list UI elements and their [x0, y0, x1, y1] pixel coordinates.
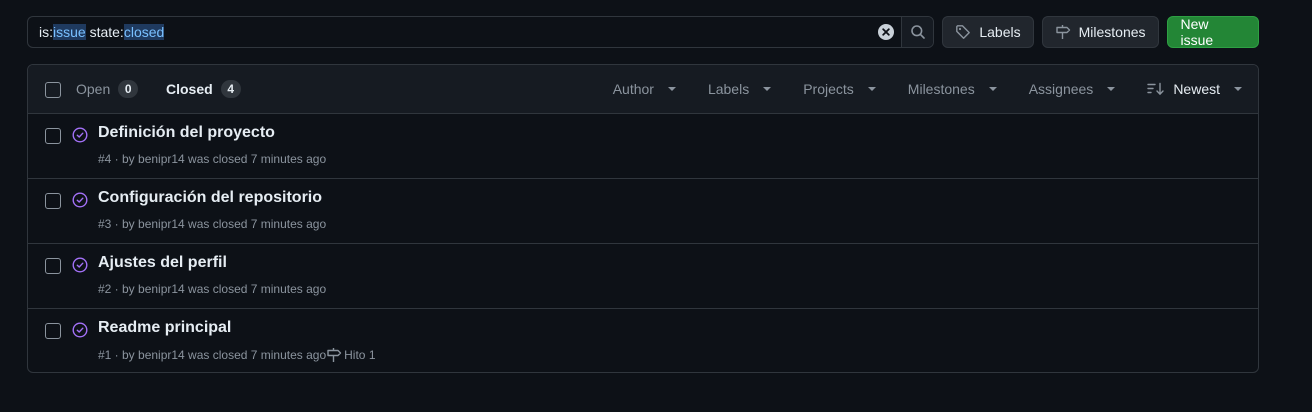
search-input[interactable]: is:issue state:closed — [27, 16, 935, 48]
issue-meta-text: #4 · by benipr14 was closed 7 minutes ag… — [98, 152, 327, 166]
open-issues-label: Open — [76, 81, 111, 97]
milestone-icon — [327, 348, 342, 362]
sort-desc-icon — [1147, 82, 1165, 95]
issue-meta: #2 · by benipr14 was closed 7 minutes ag… — [98, 282, 326, 296]
new-issue-button[interactable]: New issue — [1166, 16, 1259, 48]
chevron-down-icon — [988, 87, 997, 91]
issue-closed-icon — [72, 192, 88, 208]
chevron-down-icon — [763, 87, 772, 91]
milestone-icon — [1055, 25, 1070, 39]
select-all-checkbox[interactable] — [45, 82, 61, 98]
sort-dropdown-label: Newest — [1173, 81, 1220, 97]
issue-meta-text: #3 · by benipr14 was closed 7 minutes ag… — [98, 217, 327, 231]
issue-checkbox[interactable] — [45, 323, 61, 339]
issue-row[interactable]: Configuración del repositorio #3 · by be… — [28, 179, 1258, 244]
search-icon — [911, 25, 925, 39]
issue-title-link[interactable]: Ajustes del perfil — [98, 254, 227, 272]
issue-checkbox[interactable] — [45, 258, 61, 274]
issue-meta-text: #2 · by benipr14 was closed 7 minutes ag… — [98, 282, 327, 296]
open-issues-count: 0 — [118, 80, 139, 98]
projects-filter[interactable]: Projects — [787, 81, 892, 97]
issue-title-link[interactable]: Readme principal — [98, 319, 231, 337]
issue-title-link[interactable]: Definición del proyecto — [98, 124, 275, 142]
issue-closed-icon — [72, 322, 88, 338]
chevron-down-icon — [1234, 87, 1242, 91]
milestone-link[interactable] — [326, 347, 342, 363]
chevron-down-icon — [867, 87, 876, 91]
labels-filter[interactable]: Labels — [692, 81, 787, 97]
search-button[interactable] — [901, 17, 934, 47]
issue-row[interactable]: Definición del proyecto #4 · by benipr14… — [28, 114, 1258, 179]
new-issue-button-label: New issue — [1180, 16, 1214, 48]
issue-closed-icon — [72, 127, 88, 143]
milestones-button[interactable]: Milestones — [1041, 16, 1159, 48]
issue-row[interactable]: Readme principal #1 · by benipr14 was cl… — [28, 309, 1258, 372]
milestones-filter[interactable]: Milestones — [892, 81, 1013, 97]
closed-issues-count: 4 — [220, 80, 241, 98]
search-qualifier-value: closed — [123, 24, 165, 40]
issue-meta: #3 · by benipr14 was closed 7 minutes ag… — [98, 217, 326, 231]
search-qualifier-key: is: — [39, 24, 53, 40]
labels-button-label: Labels — [979, 24, 1021, 40]
author-filter-label: Author — [612, 81, 654, 97]
issues-list-header: Open 0 Closed 4 Author Labels Projects M… — [28, 65, 1258, 114]
x-circle-fill-icon — [878, 24, 895, 40]
issue-closed-icon — [72, 257, 88, 273]
chevron-down-icon — [1107, 87, 1116, 91]
labels-filter-label: Labels — [707, 81, 750, 97]
assignees-filter-label: Assignees — [1028, 81, 1094, 97]
chevron-down-icon — [667, 87, 676, 91]
author-filter[interactable]: Author — [597, 81, 692, 97]
assignees-filter[interactable]: Assignees — [1013, 81, 1132, 97]
issue-title-link[interactable]: Configuración del repositorio — [98, 189, 322, 207]
search-qualifier-key: state: — [89, 24, 124, 40]
issues-list: Open 0 Closed 4 Author Labels Projects M… — [27, 64, 1259, 373]
issues-toolbar: is:issue state:closed Labels Milestones … — [27, 16, 1259, 48]
milestone-label[interactable]: Hito 1 — [344, 348, 375, 362]
projects-filter-label: Projects — [803, 81, 854, 97]
tag-icon — [956, 25, 971, 39]
search-qualifier-value: issue — [53, 24, 86, 40]
issue-checkbox[interactable] — [45, 193, 61, 209]
issue-checkbox[interactable] — [45, 128, 61, 144]
milestones-filter-label: Milestones — [907, 81, 975, 97]
search-query[interactable]: is:issue state:closed — [28, 24, 871, 40]
issue-meta: #4 · by benipr14 was closed 7 minutes ag… — [98, 152, 326, 166]
closed-issues-label: Closed — [166, 81, 213, 97]
closed-issues-tab[interactable]: Closed 4 — [166, 80, 241, 98]
issue-meta-text: #1 · by benipr14 was closed 7 minutes ag… — [98, 348, 327, 362]
sort-dropdown[interactable]: Newest — [1131, 81, 1258, 97]
milestones-button-label: Milestones — [1078, 24, 1146, 40]
filter-bar: Author Labels Projects Milestones Assign… — [597, 65, 1258, 113]
labels-button[interactable]: Labels — [942, 16, 1034, 48]
clear-search-button[interactable] — [871, 17, 901, 47]
issue-row[interactable]: Ajustes del perfil #2 · by benipr14 was … — [28, 244, 1258, 309]
open-issues-tab[interactable]: Open 0 — [76, 80, 139, 98]
issue-meta: #1 · by benipr14 was closed 7 minutes ag… — [98, 347, 376, 363]
